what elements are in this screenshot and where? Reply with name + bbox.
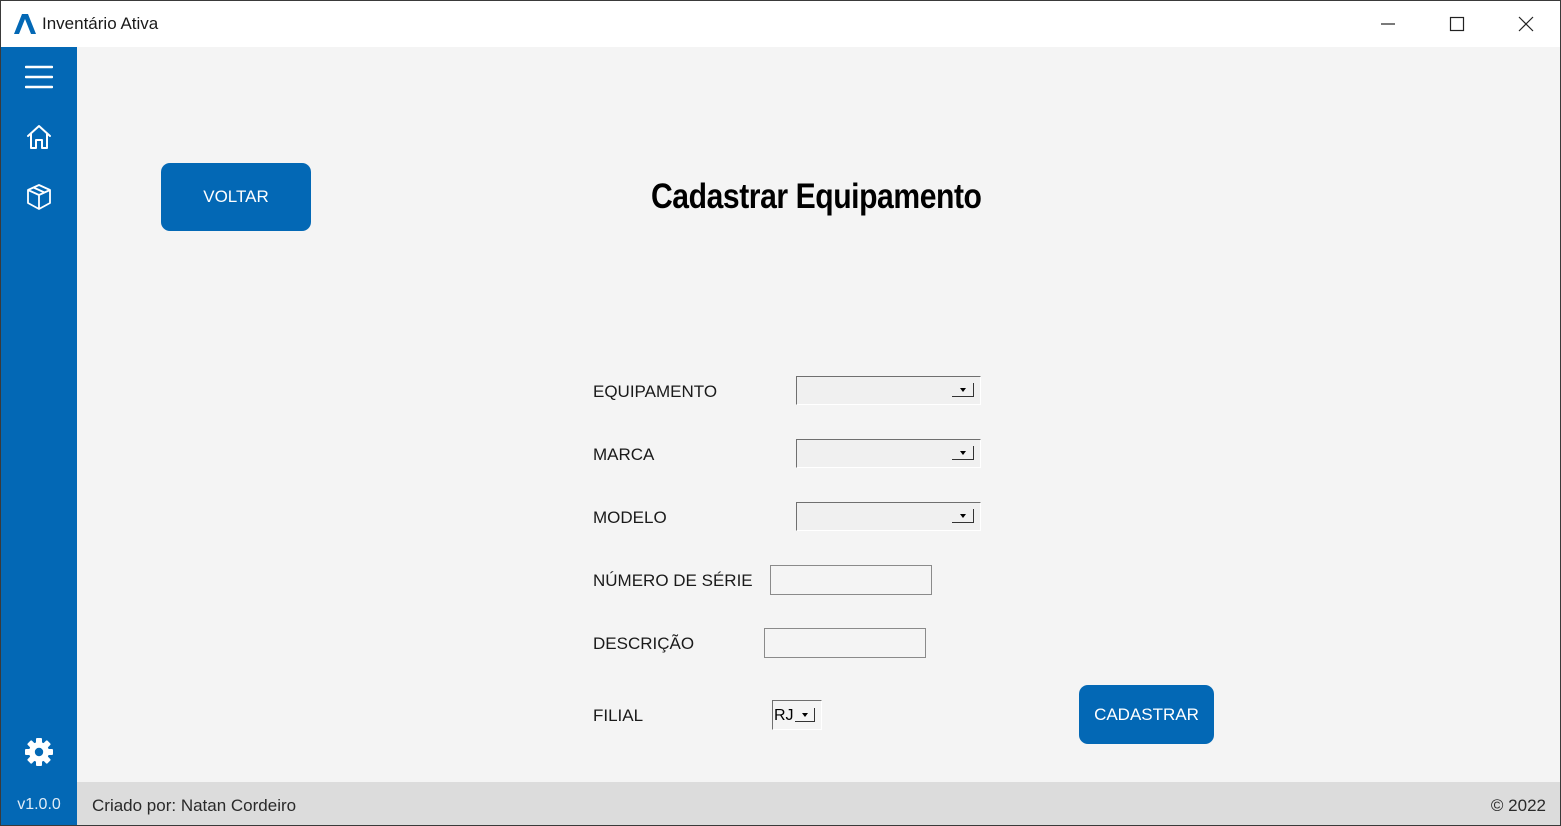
- app-window: Inventário Ativa v1.0.0 VOLTAR Cadastrar…: [0, 0, 1561, 826]
- modelo-select[interactable]: [796, 502, 981, 531]
- status-footer: Criado por: Natan Cordeiro © 2022: [77, 782, 1560, 825]
- minimize-button[interactable]: [1353, 1, 1422, 47]
- equipamento-select[interactable]: [796, 376, 981, 405]
- filial-value: RJ: [774, 707, 794, 724]
- dropdown-arrow-icon[interactable]: [795, 708, 815, 722]
- modelo-label: MODELO: [593, 508, 667, 527]
- cadastrar-button[interactable]: CADASTRAR: [1079, 685, 1214, 744]
- home-button[interactable]: [20, 118, 58, 156]
- box-icon: [27, 184, 51, 210]
- equipamento-label: EQUIPAMENTO: [593, 382, 718, 401]
- serie-input[interactable]: [770, 565, 932, 595]
- window-title: Inventário Ativa: [42, 14, 159, 33]
- dropdown-arrow-icon[interactable]: [952, 446, 974, 460]
- back-button[interactable]: VOLTAR: [161, 163, 311, 231]
- dropdown-arrow-icon[interactable]: [952, 383, 974, 397]
- marca-label: MARCA: [593, 445, 655, 464]
- settings-button[interactable]: [20, 733, 58, 771]
- gear-icon: [25, 738, 53, 766]
- close-icon: [1518, 16, 1533, 32]
- filial-select[interactable]: RJ: [772, 700, 822, 730]
- equipment-button[interactable]: [20, 178, 58, 216]
- serie-label: NÚMERO DE SÉRIE: [593, 571, 753, 590]
- close-button[interactable]: [1491, 1, 1560, 47]
- sidebar: v1.0.0: [1, 47, 77, 825]
- dropdown-arrow-icon[interactable]: [952, 509, 974, 523]
- home-icon: [27, 125, 51, 149]
- page-title: Cadastrar Equipamento: [651, 177, 982, 216]
- app-logo-icon: [14, 14, 36, 34]
- author-credit: Criado por: Natan Cordeiro: [92, 796, 297, 815]
- descricao-label: DESCRIÇÃO: [593, 634, 695, 653]
- minimize-icon: [1380, 23, 1395, 25]
- filial-label: FILIAL: [593, 706, 644, 725]
- descricao-input[interactable]: [764, 628, 926, 658]
- maximize-icon: [1449, 16, 1464, 32]
- marca-select[interactable]: [796, 439, 981, 468]
- version-label: v1.0.0: [17, 796, 61, 813]
- title-bar: Inventário Ativa: [1, 1, 1560, 47]
- copyright-text: © 2022: [1490, 796, 1546, 815]
- menu-icon: [25, 65, 53, 89]
- maximize-button[interactable]: [1422, 1, 1491, 47]
- menu-button[interactable]: [20, 58, 58, 96]
